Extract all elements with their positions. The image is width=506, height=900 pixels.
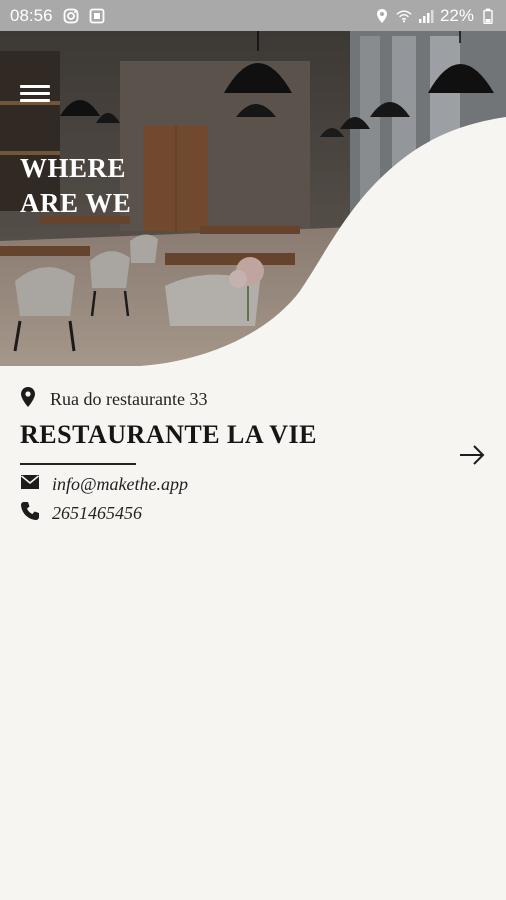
location-pin-icon (20, 386, 36, 413)
signal-icon (418, 8, 434, 24)
status-time: 08:56 (10, 5, 53, 25)
battery-icon (480, 8, 496, 24)
page-title: WHERE ARE WE (20, 153, 132, 218)
phone-icon (20, 501, 40, 526)
location-icon (374, 8, 390, 24)
hero-image: WHERE ARE WE (0, 31, 506, 366)
divider (20, 463, 136, 465)
hamburger-menu-icon[interactable] (20, 85, 52, 107)
address-text: Rua do restaurante 33 (50, 389, 208, 409)
mail-icon (20, 474, 40, 495)
wifi-icon (396, 8, 412, 24)
address-row: Rua do restaurante 33 (20, 386, 207, 413)
app-notification-icon (89, 8, 105, 24)
phone-link[interactable]: 2651465456 (52, 503, 142, 524)
restaurant-name: RESTAURANTE LA VIE (20, 420, 318, 449)
arrow-right-icon[interactable] (458, 443, 486, 467)
battery-percent: 22% (439, 5, 474, 25)
email-link[interactable]: info@makethe.app (52, 474, 188, 495)
instagram-icon (63, 8, 79, 24)
status-bar: 08:56 22% (0, 0, 506, 31)
email-row[interactable]: info@makethe.app (20, 474, 188, 495)
phone-row[interactable]: 2651465456 (20, 501, 142, 526)
